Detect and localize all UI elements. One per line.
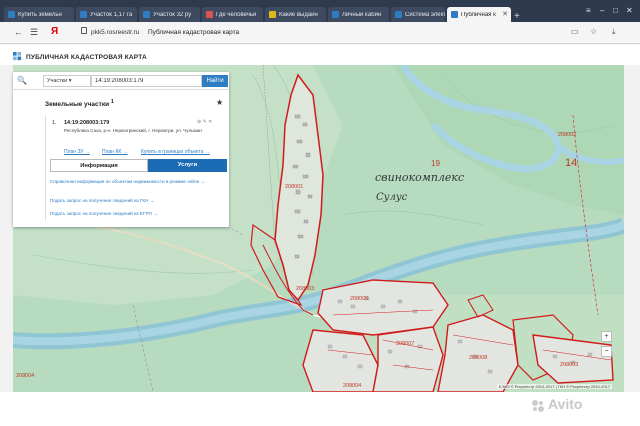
zoom-out-button[interactable]: − [601,346,612,357]
favicon-icon [143,11,150,18]
tab-4[interactable]: Где человечьи [202,7,263,22]
map-label: 208002 [558,132,577,138]
map-label: 208007 [396,341,415,347]
star-icon[interactable]: ★ [216,98,223,107]
close-window-icon[interactable]: ✕ [626,6,633,15]
service-link[interactable]: Подать запрос на получение сведений из Г… [50,198,225,204]
favicon-icon [451,11,458,18]
favicon-icon [332,11,339,18]
map-label: 208004 [343,383,362,389]
map-copyright: ЕЭКО © Росреестр 2010-2017 | ГКН © Росре… [496,384,612,389]
browser-logo[interactable]: Я [51,26,58,37]
search-panel: 🔍 Участки ▾ Найти Земельные участки 1 ★ … [13,72,229,227]
result-number: 1. [52,120,57,126]
map-label: 208003 [560,362,579,368]
minimize-icon[interactable]: – [600,6,604,15]
favicon-icon [8,11,15,18]
menu-icon[interactable]: ≡ [586,6,591,15]
find-button[interactable]: Найти [202,75,228,87]
search-row: 🔍 Участки ▾ Найти [13,72,229,90]
browser-tab-bar: Купить земельн Участок 1,17 га Участок 3… [0,0,640,22]
tab-info[interactable]: Информация [50,159,148,172]
maximize-icon[interactable]: □ [613,6,618,15]
tab-active[interactable]: Публичная к ✕ [447,7,511,22]
tab-services[interactable]: Услуги [148,159,227,172]
card-tools-icon[interactable]: ⊕ ✎ ✕ [197,119,212,125]
plan-kk-link[interactable]: План КК → [102,149,128,155]
tab-2[interactable]: Участок 1,17 га [76,7,137,22]
pkk-logo-icon [13,52,22,61]
map-label: 19 [431,159,440,168]
address-bar: ← ☰ Я pkk5.rosreestr.ru Публичная кадаст… [0,22,640,44]
avito-logo-icon [532,400,544,412]
favicon-icon [206,11,213,18]
close-tab-icon[interactable]: ✕ [502,10,508,18]
page-title-text: Публичная кадастровая карта [148,29,240,36]
site-header: ПУБЛИЧНАЯ КАДАСТРОВАЯ КАРТА [0,45,640,65]
url-text[interactable]: pkk5.rosreestr.ru [91,29,139,36]
map-label: 14 [565,157,578,169]
site-title: ПУБЛИЧНАЯ КАДАСТРОВАЯ КАРТА [26,54,147,61]
zoom-in-button[interactable]: + [601,331,612,342]
parcel-address: Республика Саха, р-н. Нерюнгринский, г. … [64,128,202,133]
map-place-label: свинокомплекс [375,171,465,184]
download-icon[interactable]: ⤓ [612,27,616,37]
tab-1[interactable]: Купить земельн [4,7,74,22]
apps-icon[interactable]: ☰ [30,27,38,38]
map-label: 208008 [469,355,488,361]
search-input[interactable] [91,75,202,87]
favicon-icon [80,11,87,18]
search-icon[interactable]: 🔍 [17,76,27,85]
tab-7[interactable]: Система элект [391,7,445,22]
screen: Купить земельн Участок 1,17 га Участок 3… [0,0,640,426]
map-label: 208001 [285,184,304,190]
tab-6[interactable]: Личный кабин [328,7,389,22]
result-card[interactable]: 1. 14:19:208003:179 ⊕ ✎ ✕ Республика Сах… [45,116,228,221]
avito-watermark: Avito [548,396,583,412]
results-header: Земельные участки 1 [45,99,114,109]
cadastral-number: 14:19:208003:179 [64,120,110,126]
favicon-icon [395,11,402,18]
map-label: 208003 [296,286,315,292]
map-place-label: Сулус [376,192,408,203]
map-label: 208004 [16,373,35,379]
service-link[interactable]: Справочная информация по объектам недвиж… [50,179,225,185]
result-tabs: Информация Услуги [50,159,227,172]
lock-icon [81,27,87,34]
tab-3[interactable]: Участок 32 ру [139,7,200,22]
new-tab-button[interactable]: + [514,11,520,22]
service-link[interactable]: Подать запрос на получение сведений из Е… [50,211,225,217]
map-label: 208005 [350,296,369,302]
buy-in-bounds-link[interactable]: Купить в границах объекта → [141,149,210,155]
tab-5[interactable]: Какие выдайн [265,7,326,22]
search-type-select[interactable]: Участки ▾ [43,75,91,87]
back-icon[interactable]: ← [14,27,23,37]
favicon-icon [269,11,276,18]
plan-zu-link[interactable]: План ЗУ → [64,149,90,155]
star-icon[interactable]: ☆ [590,27,597,36]
bookmarks-icon[interactable]: ▭ [571,27,579,36]
